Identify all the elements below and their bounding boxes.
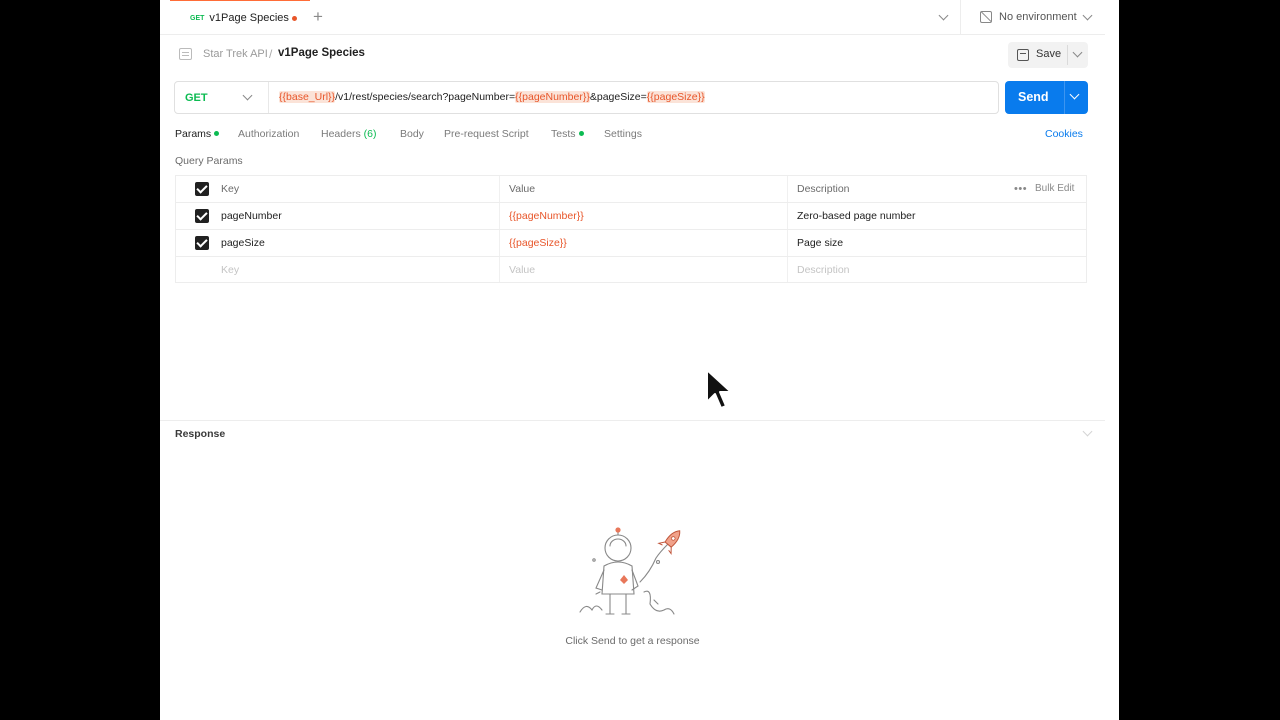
tab-tests[interactable]: Tests bbox=[551, 128, 584, 140]
url-variable: {{pageSize}} bbox=[646, 91, 705, 103]
no-environment-icon bbox=[980, 11, 992, 23]
param-key[interactable]: pageNumber bbox=[221, 210, 282, 222]
status-dot bbox=[214, 130, 220, 136]
chevron-down-icon[interactable] bbox=[1069, 89, 1080, 100]
response-title: Response bbox=[175, 428, 226, 440]
tab-count: (6) bbox=[363, 128, 377, 140]
environment-selector[interactable]: No environment bbox=[999, 11, 1077, 23]
breadcrumb-separator: / bbox=[269, 47, 273, 61]
astronaut-illustration bbox=[579, 527, 681, 615]
param-key[interactable]: pageSize bbox=[221, 237, 265, 249]
send-button[interactable]: Send bbox=[1005, 81, 1088, 114]
bulk-edit-link[interactable]: Bulk Edit bbox=[1035, 183, 1074, 194]
description-placeholder[interactable]: Description bbox=[797, 264, 850, 276]
plus-icon[interactable]: + bbox=[313, 7, 323, 27]
column-header-value: Value bbox=[509, 183, 536, 195]
param-description[interactable]: Zero-based page number bbox=[797, 210, 916, 222]
table-row: Key Value Description bbox=[176, 257, 1086, 284]
value-placeholder[interactable]: Value bbox=[509, 264, 535, 276]
tab-label: Params bbox=[175, 128, 212, 140]
param-value[interactable]: {{pageSize}} bbox=[509, 237, 567, 249]
mouse-cursor bbox=[706, 369, 732, 409]
tab-params[interactable]: Params bbox=[175, 128, 220, 140]
tab-method-label: GET bbox=[190, 14, 205, 22]
url-path: /v1/rest/species/search?pageNumber= bbox=[335, 91, 516, 103]
divider bbox=[1064, 81, 1065, 114]
chevron-down-icon[interactable] bbox=[1082, 426, 1093, 437]
chevron-down-icon[interactable] bbox=[938, 10, 949, 21]
collection-icon bbox=[179, 48, 192, 60]
row-checkbox[interactable] bbox=[195, 209, 209, 223]
param-value[interactable]: {{pageNumber}} bbox=[509, 210, 584, 222]
send-label: Send bbox=[1018, 90, 1049, 104]
tab-bar: GET v1Page Species + No environment bbox=[160, 0, 1105, 35]
page-title[interactable]: v1Page Species bbox=[278, 47, 365, 59]
divider bbox=[1067, 45, 1068, 65]
chevron-down-icon[interactable] bbox=[1082, 10, 1093, 21]
url-input[interactable]: {{base_Url}}/v1/rest/species/search?page… bbox=[279, 91, 705, 103]
divider bbox=[960, 0, 961, 35]
divider bbox=[160, 420, 1105, 421]
more-icon[interactable]: ••• bbox=[1014, 183, 1027, 195]
tab-label: Body bbox=[400, 128, 424, 140]
tab-label: Tests bbox=[551, 128, 576, 140]
tab-title: v1Page Species bbox=[209, 12, 289, 24]
save-button[interactable]: Save bbox=[1008, 42, 1088, 68]
response-hint: Click Send to get a response bbox=[160, 635, 1105, 647]
url-bar: GET {{base_Url}}/v1/rest/species/search?… bbox=[174, 81, 999, 114]
tab-authorization[interactable]: Authorization bbox=[238, 128, 299, 140]
tab-headers[interactable]: Headers (6) bbox=[321, 128, 376, 140]
params-table: Key Value Description ••• Bulk Edit page… bbox=[175, 175, 1087, 283]
query-params-title: Query Params bbox=[175, 155, 243, 167]
select-all-checkbox[interactable] bbox=[195, 182, 209, 196]
method-select[interactable]: GET bbox=[175, 82, 269, 113]
url-variable: {{base_Url}} bbox=[279, 91, 336, 103]
postman-window: GET v1Page Species + No environment Star… bbox=[160, 0, 1119, 720]
tab-label: Authorization bbox=[238, 128, 300, 140]
method-label: GET bbox=[185, 92, 208, 104]
url-path: &pageSize= bbox=[589, 91, 647, 103]
table-header-row: Key Value Description ••• Bulk Edit bbox=[176, 176, 1086, 203]
tab-body[interactable]: Body bbox=[400, 128, 424, 140]
save-icon bbox=[1017, 49, 1029, 61]
tab-label: Pre-request Script bbox=[444, 128, 529, 140]
request-tab[interactable]: GET v1Page Species bbox=[170, 0, 310, 35]
column-header-key: Key bbox=[221, 183, 240, 195]
tab-settings[interactable]: Settings bbox=[604, 128, 642, 140]
table-row: pageSize {{pageSize}} Page size bbox=[176, 230, 1086, 257]
table-row: pageNumber {{pageNumber}} Zero-based pag… bbox=[176, 203, 1086, 230]
chevron-down-icon bbox=[242, 90, 253, 101]
row-checkbox[interactable] bbox=[195, 236, 209, 250]
tab-label: Headers bbox=[321, 128, 361, 140]
key-placeholder[interactable]: Key bbox=[221, 264, 239, 276]
column-header-description: Description bbox=[797, 183, 850, 195]
tab-label: Settings bbox=[604, 128, 642, 140]
save-label: Save bbox=[1036, 48, 1062, 60]
unsaved-dot bbox=[292, 16, 297, 21]
url-variable: {{pageNumber}} bbox=[515, 91, 590, 103]
response-hint-text: Click Send to get a response bbox=[565, 635, 700, 647]
cookies-link[interactable]: Cookies bbox=[1045, 128, 1083, 140]
status-dot bbox=[578, 130, 584, 136]
chevron-down-icon[interactable] bbox=[1072, 47, 1083, 58]
param-description[interactable]: Page size bbox=[797, 237, 843, 249]
tab-pre-request-script[interactable]: Pre-request Script bbox=[444, 128, 529, 140]
breadcrumb-parent[interactable]: Star Trek API bbox=[203, 48, 268, 60]
